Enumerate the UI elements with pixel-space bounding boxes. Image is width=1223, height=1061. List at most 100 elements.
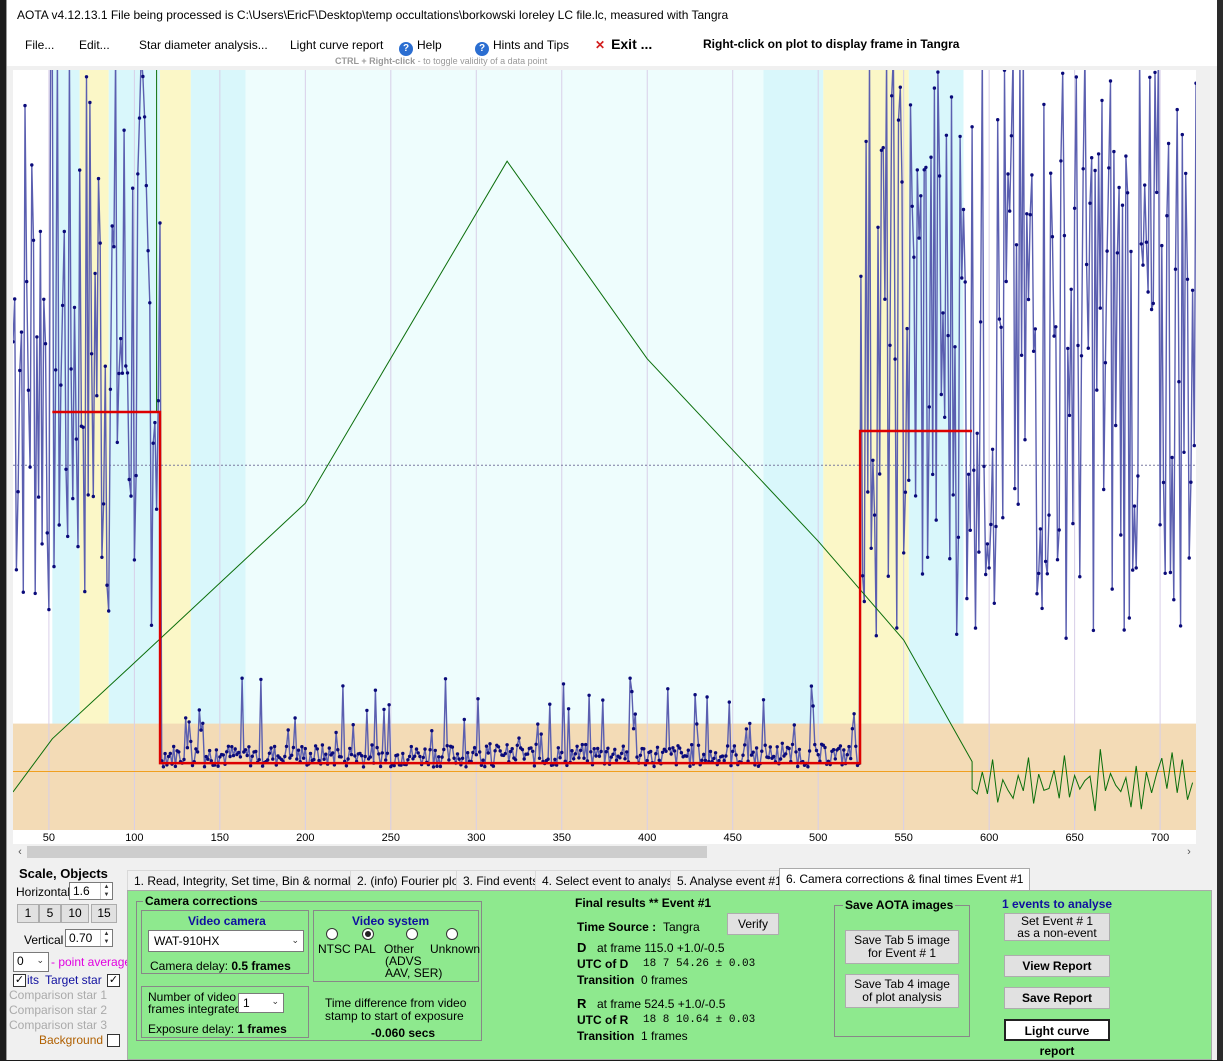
plot-checkbox[interactable]: ✓ <box>13 974 26 987</box>
menu-hints[interactable]: ? Hints and Tips <box>475 38 569 56</box>
tab-find-events[interactable]: 3. Find events <box>456 870 546 890</box>
data-point-347 <box>604 750 608 754</box>
vertical-scale-input[interactable]: 0.70 ▲ ▼ <box>65 929 113 947</box>
data-point-447 <box>775 745 779 749</box>
tab-camera-corrections[interactable]: 6. Camera corrections & final times Even… <box>779 868 1031 890</box>
target-star-checkbox[interactable]: ✓ <box>107 974 120 987</box>
scale-button-10[interactable]: 10 <box>61 904 89 923</box>
data-point-582 <box>1006 172 1010 176</box>
data-point-6 <box>21 590 25 594</box>
data-point-236 <box>414 747 419 751</box>
camera-select[interactable]: WAT-910HX ⌄ <box>148 930 304 952</box>
transition-r-label: Transition <box>577 1029 635 1043</box>
background-checkbox[interactable] <box>107 1034 120 1047</box>
menu-help[interactable]: ? Help <box>399 38 442 56</box>
data-point-691 <box>1192 443 1196 448</box>
light-curve-report-button[interactable]: Light curve report <box>1004 1019 1110 1058</box>
data-point-500 <box>866 490 870 494</box>
scale-button-15[interactable]: 15 <box>91 904 117 923</box>
pal-radio[interactable] <box>362 928 374 940</box>
data-point-253 <box>443 677 448 681</box>
scroll-thumb[interactable] <box>27 846 707 858</box>
horizontal-scale-input[interactable]: 1.6 ▲ ▼ <box>69 882 113 900</box>
data-point-298 <box>520 747 525 752</box>
verify-button[interactable]: Verify <box>727 913 779 935</box>
data-point-471 <box>816 753 820 757</box>
data-point-206 <box>363 754 367 759</box>
scale-button-5[interactable]: 5 <box>39 904 61 923</box>
data-point-231 <box>406 758 410 762</box>
menu-file[interactable]: File... <box>25 38 54 52</box>
data-point-382 <box>664 749 668 753</box>
data-point-643 <box>1110 587 1114 591</box>
data-point-145 <box>259 677 263 682</box>
data-point-95 <box>173 764 178 769</box>
data-point-174 <box>308 751 313 756</box>
frames-integrated-select[interactable]: 1 ⌄ <box>238 993 284 1013</box>
data-point-557 <box>963 280 967 284</box>
data-point-85 <box>156 399 160 403</box>
time-diff-label-2: stamp to start of exposure <box>325 1009 464 1023</box>
center-band <box>245 70 764 830</box>
view-report-button[interactable]: View Report <box>1004 955 1110 977</box>
spinner-icon[interactable]: ▲ ▼ <box>100 930 112 946</box>
data-point-328 <box>572 757 576 761</box>
tab-read-integrity[interactable]: 1. Read, Integrity, Set time, Bin & norm… <box>127 870 373 890</box>
plot-canvas[interactable]: 50 100 150 200 250 300 350 400 450 500 550 600 650 70… <box>13 70 1196 844</box>
data-point-272 <box>476 697 480 701</box>
save-tab5-button[interactable]: Save Tab 5 image for Event # 1 <box>845 930 959 964</box>
data-point-11 <box>30 163 34 167</box>
data-point-662 <box>1143 183 1147 187</box>
menu-help-label: Help <box>417 38 442 52</box>
spinner-icon[interactable]: ▲ ▼ <box>100 883 112 899</box>
data-point-19 <box>43 342 48 346</box>
data-point-683 <box>1178 624 1183 628</box>
scroll-left-icon[interactable]: ‹ <box>13 844 27 860</box>
data-point-237 <box>416 751 420 755</box>
data-point-484 <box>838 744 843 748</box>
scale-button-1[interactable]: 1 <box>17 904 39 923</box>
tab-analyse-event[interactable]: 5. Analyse event #1 <box>670 870 789 890</box>
tab-fourier[interactable]: 2. (info) Fourier plot <box>350 870 469 890</box>
d-label: D <box>577 940 587 955</box>
vertical-scrollbar[interactable] <box>1197 70 1211 844</box>
data-point-618 <box>1067 413 1072 418</box>
data-point-528 <box>913 494 918 498</box>
menu-light-curve-report[interactable]: Light curve report <box>290 38 383 52</box>
save-tab4-button[interactable]: Save Tab 4 image of plot analysis <box>845 974 959 1008</box>
data-point-404 <box>702 752 706 757</box>
data-point-14 <box>35 335 39 339</box>
data-point-394 <box>684 754 689 758</box>
data-point-269 <box>471 750 475 755</box>
save-report-button[interactable]: Save Report <box>1004 987 1110 1009</box>
point-average-select[interactable]: 0 ⌄ <box>13 952 49 972</box>
data-point-514 <box>890 94 894 98</box>
data-point-257 <box>450 745 455 749</box>
data-point-342 <box>596 746 600 751</box>
scroll-right-icon[interactable]: › <box>1182 844 1196 860</box>
data-point-7 <box>23 103 27 108</box>
horizontal-scrollbar[interactable]: ‹ › <box>13 844 1196 860</box>
data-point-655 <box>1131 568 1135 572</box>
unknown-radio[interactable] <box>446 928 458 940</box>
set-non-event-button[interactable]: Set Event # 1 as a non-event <box>1004 913 1110 941</box>
transition-d-label: Transition <box>577 973 635 987</box>
data-point-678 <box>1170 455 1174 460</box>
x-tick-label-150: 150 <box>211 832 229 844</box>
data-point-214 <box>377 752 381 756</box>
data-point-626 <box>1081 167 1085 171</box>
data-point-100 <box>182 757 186 762</box>
tab-select-event[interactable]: 4. Select event to analyse <box>535 870 687 890</box>
data-point-284 <box>496 745 501 749</box>
ntsc-radio[interactable] <box>326 928 338 940</box>
light-curve-plot[interactable]: 50 100 150 200 250 300 350 400 450 500 550 600 650 70… <box>13 70 1196 844</box>
other-radio[interactable] <box>406 928 418 940</box>
data-point-418 <box>725 744 730 748</box>
x-tick-label-200: 200 <box>296 832 314 844</box>
data-point-593 <box>1025 212 1029 216</box>
menu-exit[interactable]: ✕ Exit ... <box>595 36 652 52</box>
data-point-248 <box>435 764 439 768</box>
data-point-470 <box>814 748 819 753</box>
menu-star-diameter[interactable]: Star diameter analysis... <box>139 38 268 52</box>
menu-edit[interactable]: Edit... <box>79 38 110 52</box>
